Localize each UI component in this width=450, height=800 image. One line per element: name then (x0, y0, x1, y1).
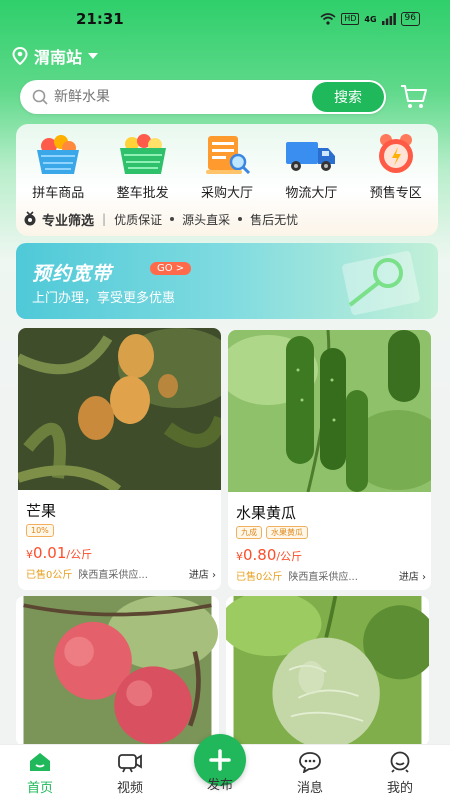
search-bar[interactable]: 搜索 (20, 80, 386, 114)
signal-icon (381, 13, 396, 25)
product-price: ¥0.80/公斤 (236, 546, 302, 564)
strip-dot (170, 217, 175, 221)
product-tags: 九成 水果黄瓜 (236, 526, 308, 539)
category-wholesale[interactable]: 整车批发 (100, 130, 184, 201)
home-icon (30, 753, 50, 771)
category-label: 采购大厅 (200, 186, 253, 201)
nav-video[interactable]: 视频 (100, 751, 160, 796)
product-meta: 已售0公斤 陕西直采供应... 进店 › (236, 568, 426, 583)
green-basket-icon (114, 130, 172, 178)
search-icon (32, 89, 48, 105)
price-unit: /公斤 (66, 548, 93, 561)
product-name: 水果黄瓜 (236, 504, 297, 522)
enter-store-label: 进店 (188, 570, 209, 581)
supplier-name: 陕西直采供应... (78, 570, 148, 581)
strip-dot (238, 217, 243, 221)
location-name: 渭南站 (34, 48, 83, 67)
search-button[interactable]: 搜索 (312, 82, 384, 112)
mango-image (18, 328, 221, 490)
category-card: 拼车商品 整车批发 采购大厅 物流大厅 预售专区 专业筛选 | 优质保证 源头直… (16, 124, 438, 236)
price-value: 0.80 (243, 546, 277, 564)
truck-icon (282, 130, 340, 178)
sold-count: 已售0公斤 (236, 572, 283, 583)
status-icons: HD 4G 96 (320, 12, 420, 26)
promo-banner[interactable]: 预约宽带 GO > 上门办理，享受更多优惠 (16, 243, 438, 319)
category-label: 物流大厅 (285, 186, 338, 201)
nav-mine[interactable]: 我的 (370, 751, 430, 796)
search-input[interactable] (54, 89, 284, 105)
price-unit: /公斤 (276, 550, 303, 563)
video-icon (118, 754, 142, 773)
strip-item: 售后无忧 (250, 212, 299, 227)
net-illustration-icon (342, 251, 420, 315)
category-label: 拼车商品 (32, 186, 85, 201)
product-price: ¥0.01/公斤 (26, 544, 92, 562)
category-carpool[interactable]: 拼车商品 (16, 130, 100, 201)
strip-title: 专业筛选 (42, 213, 95, 229)
category-label: 预售专区 (369, 186, 422, 201)
alarm-clock-icon (367, 130, 425, 178)
battery-indicator: 96 (400, 12, 420, 26)
product-card-mango[interactable]: 芒果 10% ¥0.01/公斤 已售0公斤 陕西直采供应... 进店 › (18, 328, 221, 590)
strip-item: 优质保证 (114, 212, 163, 227)
product-card-melon[interactable] (226, 596, 429, 746)
price-value: 0.01 (33, 544, 67, 562)
banner-subtitle: 上门办理，享受更多优惠 (32, 291, 176, 306)
status-bar: 21:31 HD 4G 96 (0, 0, 450, 36)
product-meta: 已售0公斤 陕西直采供应... 进店 › (26, 566, 216, 581)
message-icon (299, 752, 321, 773)
status-time: 21:31 (76, 10, 124, 28)
nav-label: 视频 (116, 781, 143, 796)
nav-home[interactable]: 首页 (10, 751, 70, 796)
product-tag: 水果黄瓜 (266, 526, 308, 539)
category-presale[interactable]: 预售专区 (354, 130, 438, 201)
apple-image (23, 596, 218, 746)
plus-icon (209, 749, 231, 771)
nav-label: 消息 (296, 781, 323, 796)
supplier-name: 陕西直采供应... (288, 572, 358, 583)
product-tags: 10% (26, 524, 54, 537)
purchase-hall-icon (198, 130, 256, 178)
hd-badge: HD (341, 13, 360, 25)
publish-label: 发布 (206, 778, 233, 793)
product-tag: 10% (26, 524, 54, 537)
enter-store-link[interactable]: 进店 › (399, 568, 426, 583)
medal-icon (24, 211, 36, 226)
category-logistics[interactable]: 物流大厅 (269, 130, 353, 201)
user-icon (390, 751, 410, 773)
category-purchase[interactable]: 采购大厅 (185, 130, 269, 201)
feature-strip: 专业筛选 | 优质保证 源头直采 售后无忧 (22, 208, 432, 230)
nav-message[interactable]: 消息 (280, 751, 340, 796)
cucumber-image (228, 330, 431, 492)
fruit-basket-icon (29, 130, 87, 178)
banner-go-button[interactable]: GO > (150, 262, 192, 275)
enter-store-link[interactable]: 进店 › (189, 566, 216, 581)
nav-label: 我的 (386, 781, 413, 796)
price-currency: ¥ (236, 550, 243, 563)
network-label: 4G (364, 14, 377, 24)
banner-title: 预约宽带 (32, 263, 113, 285)
strip-item: 源头直采 (182, 212, 231, 227)
strip-divider: | (102, 212, 107, 226)
melon-image (226, 596, 429, 746)
enter-store-label: 进店 (398, 572, 419, 583)
category-label: 整车批发 (116, 186, 169, 201)
nav-label: 首页 (26, 781, 53, 796)
category-row: 拼车商品 整车批发 采购大厅 物流大厅 预售专区 (16, 130, 438, 201)
price-currency: ¥ (26, 548, 33, 561)
product-tag: 九成 (236, 526, 262, 539)
sold-count: 已售0公斤 (26, 570, 73, 581)
location-selector[interactable]: 渭南站 (12, 44, 99, 68)
product-name: 芒果 (26, 502, 57, 520)
location-pin-icon (12, 47, 28, 65)
cart-icon[interactable] (400, 84, 428, 114)
chevron-down-icon (88, 53, 99, 59)
product-card-cucumber[interactable]: 水果黄瓜 九成 水果黄瓜 ¥0.80/公斤 已售0公斤 陕西直采供应... 进店… (228, 330, 431, 590)
wifi-icon (320, 13, 336, 25)
product-card-apples[interactable] (16, 596, 219, 746)
